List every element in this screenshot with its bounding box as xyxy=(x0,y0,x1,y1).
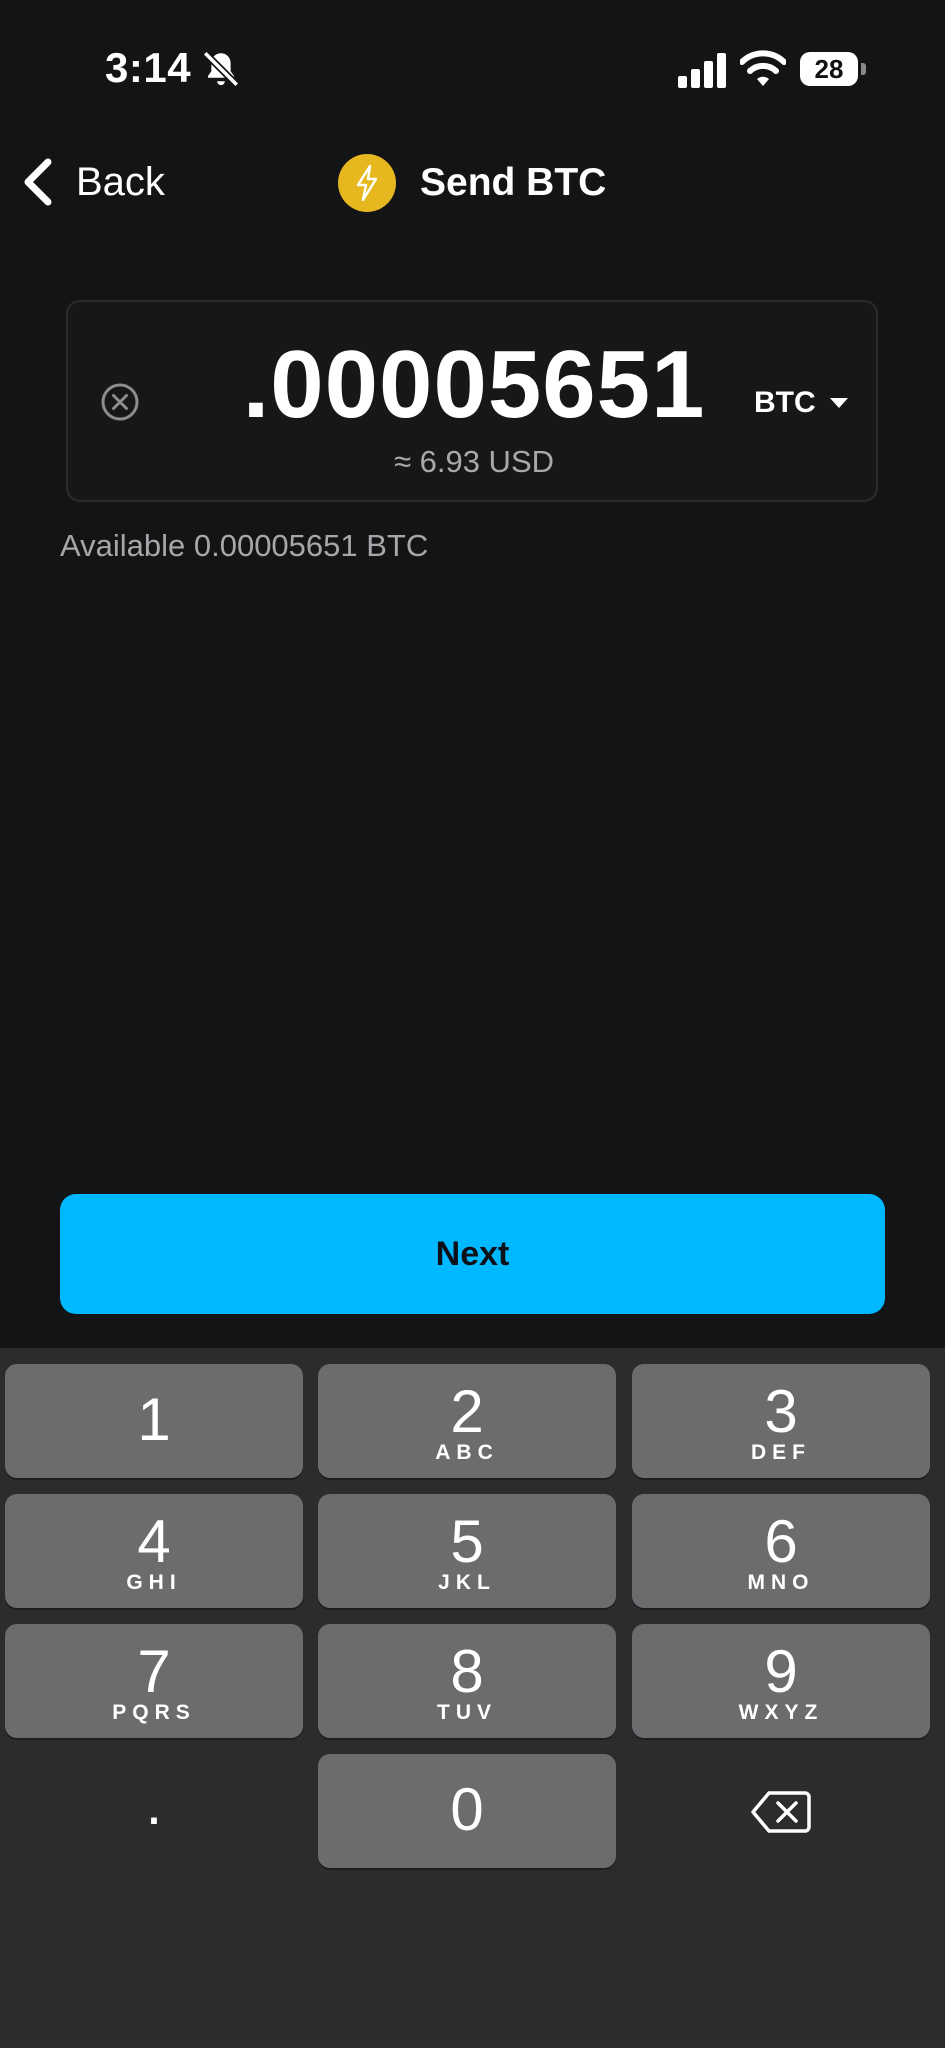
key-letters: GHI xyxy=(126,1571,182,1594)
key-digit: 8 xyxy=(450,1638,484,1705)
numeric-keypad: 1 2 ABC 3 DEF 4 GHI 5 JKL 6 MNO 7 PQRS 8… xyxy=(0,1348,945,2048)
cellular-signal-icon xyxy=(678,53,726,88)
key-digit: 0 xyxy=(450,1776,484,1843)
key-0[interactable]: 0 xyxy=(318,1754,616,1868)
key-3[interactable]: 3 DEF xyxy=(632,1364,930,1478)
lightning-coin-icon xyxy=(338,154,396,212)
key-letters: PQRS xyxy=(112,1701,196,1724)
key-digit: 5 xyxy=(450,1508,484,1575)
key-decimal[interactable]: . xyxy=(5,1754,303,1868)
key-1[interactable]: 1 xyxy=(5,1364,303,1478)
key-2[interactable]: 2 ABC xyxy=(318,1364,616,1478)
key-digit: 2 xyxy=(450,1378,484,1445)
backspace-icon xyxy=(751,1791,811,1833)
key-decimal-label: . xyxy=(145,1770,163,1837)
key-digit: 7 xyxy=(137,1638,171,1705)
chevron-left-icon xyxy=(24,158,52,206)
page-title-text: Send BTC xyxy=(420,161,607,204)
status-bar: 3:14 28 xyxy=(0,0,945,140)
amount-input[interactable]: .00005651 xyxy=(68,330,880,440)
unit-label: BTC xyxy=(754,386,816,419)
amount-card: .00005651 ≈ 6.93 USD BTC xyxy=(66,300,878,502)
key-digit: 4 xyxy=(137,1508,171,1575)
key-digit: 6 xyxy=(764,1508,798,1575)
next-button[interactable]: Next xyxy=(60,1194,885,1314)
key-7[interactable]: 7 PQRS xyxy=(5,1624,303,1738)
key-9[interactable]: 9 WXYZ xyxy=(632,1624,930,1738)
available-balance: Available 0.00005651 BTC xyxy=(60,528,429,563)
key-letters: ABC xyxy=(435,1441,499,1464)
battery-icon: 28 xyxy=(800,52,866,88)
page-title: Send BTC xyxy=(338,150,606,216)
key-letters: TUV xyxy=(437,1701,497,1724)
key-4[interactable]: 4 GHI xyxy=(5,1494,303,1608)
bell-slash-icon xyxy=(202,50,240,88)
key-digit: 3 xyxy=(764,1378,798,1445)
battery-level: 28 xyxy=(814,54,844,84)
backspace-button[interactable] xyxy=(632,1754,930,1868)
lightning-bolt-icon xyxy=(356,164,378,202)
back-label: Back xyxy=(76,159,165,204)
key-5[interactable]: 5 JKL xyxy=(318,1494,616,1608)
status-time: 3:14 xyxy=(105,44,192,91)
key-letters: MNO xyxy=(747,1571,815,1594)
key-digit: 9 xyxy=(764,1638,798,1705)
key-8[interactable]: 8 TUV xyxy=(318,1624,616,1738)
unit-selector[interactable]: BTC xyxy=(754,386,850,420)
key-6[interactable]: 6 MNO xyxy=(632,1494,930,1608)
key-letters: JKL xyxy=(438,1571,496,1594)
caret-down-icon xyxy=(829,398,848,408)
key-letters: DEF xyxy=(751,1441,811,1464)
fiat-estimate: ≈ 6.93 USD xyxy=(393,444,555,479)
back-button[interactable]: Back xyxy=(18,150,165,214)
key-letters: WXYZ xyxy=(738,1701,824,1724)
key-digit: 1 xyxy=(137,1386,171,1453)
wifi-icon xyxy=(740,50,786,86)
